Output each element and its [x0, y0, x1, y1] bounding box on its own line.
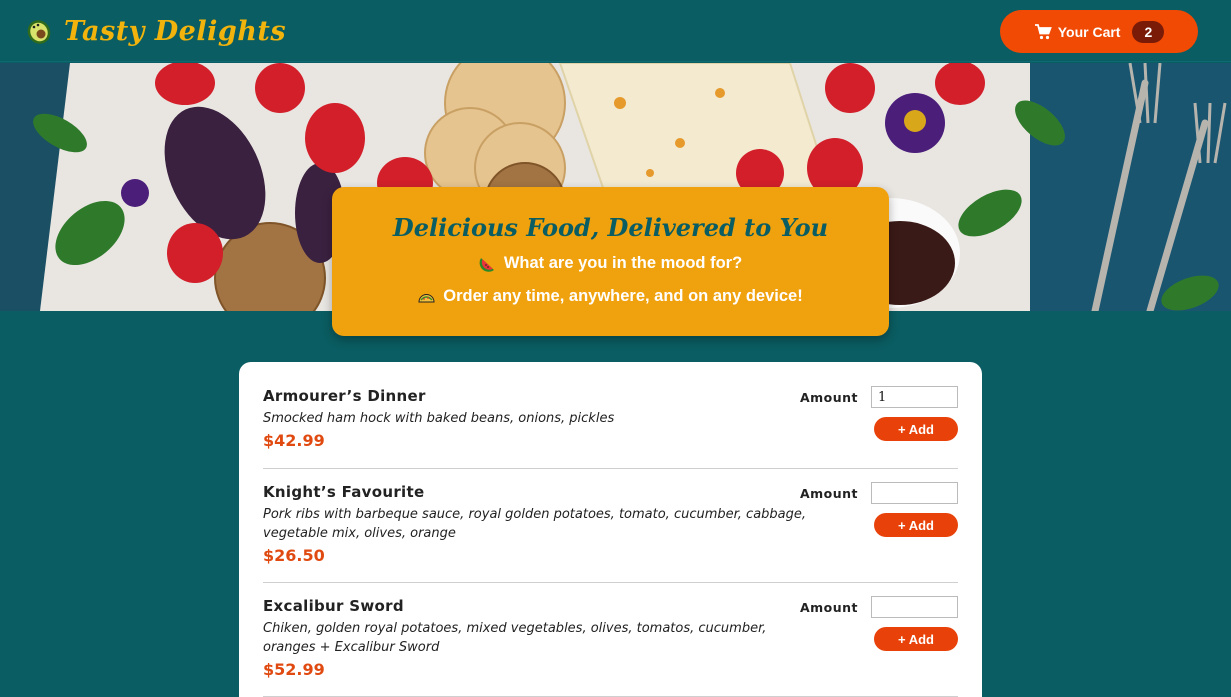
cart-button[interactable]: Your Cart 2 — [1000, 10, 1198, 53]
menu-item: Knight’s Favourite Pork ribs with barbeq… — [263, 469, 958, 583]
amount-label: Amount — [799, 390, 858, 405]
amount-label: Amount — [799, 600, 858, 615]
banner-order-text: Order any time, anywhere, and on any dev… — [443, 287, 803, 305]
cart-label: Your Cart — [1057, 23, 1121, 40]
banner-mood-text: What are you in the mood for? — [503, 254, 743, 272]
avocado-logo-icon — [24, 16, 54, 46]
menu-item: Armourer’s Dinner Smocked ham hock with … — [263, 362, 958, 469]
item-description: Pork ribs with barbeque sauce, royal gol… — [263, 507, 807, 541]
amount-input[interactable] — [871, 482, 958, 504]
banner-line-mood: What are you in the mood for? — [332, 254, 889, 273]
amount-label: Amount — [799, 486, 858, 501]
banner-title: Delicious Food, Delivered to You — [392, 213, 829, 242]
item-price: $42.99 — [263, 431, 325, 450]
site-header: Tasty Delights Your Cart 2 — [0, 0, 1231, 62]
logo[interactable]: Tasty Delights — [24, 12, 286, 50]
menu-item: Excalibur Sword Chiken, golden royal pot… — [263, 583, 958, 697]
taco-icon — [418, 288, 435, 305]
app-title: Tasty Delights — [64, 15, 287, 47]
hero-banner: Delicious Food, Delivered to You What ar… — [332, 187, 889, 336]
watermelon-icon — [479, 255, 496, 272]
item-price: $26.50 — [263, 546, 325, 565]
item-description: Smocked ham hock with baked beans, onion… — [263, 411, 615, 426]
item-price: $52.99 — [263, 660, 325, 679]
add-button[interactable]: + Add — [874, 417, 958, 441]
add-button[interactable]: + Add — [874, 513, 958, 537]
cart-icon — [1034, 23, 1052, 41]
add-button[interactable]: + Add — [874, 627, 958, 651]
item-description: Chiken, golden royal potatoes, mixed veg… — [263, 621, 767, 655]
cart-count-badge: 2 — [1132, 20, 1165, 43]
menu-card: Armourer’s Dinner Smocked ham hock with … — [239, 362, 982, 697]
amount-input[interactable] — [871, 386, 958, 408]
banner-line-order: Order any time, anywhere, and on any dev… — [332, 287, 889, 306]
amount-input[interactable] — [871, 596, 958, 618]
